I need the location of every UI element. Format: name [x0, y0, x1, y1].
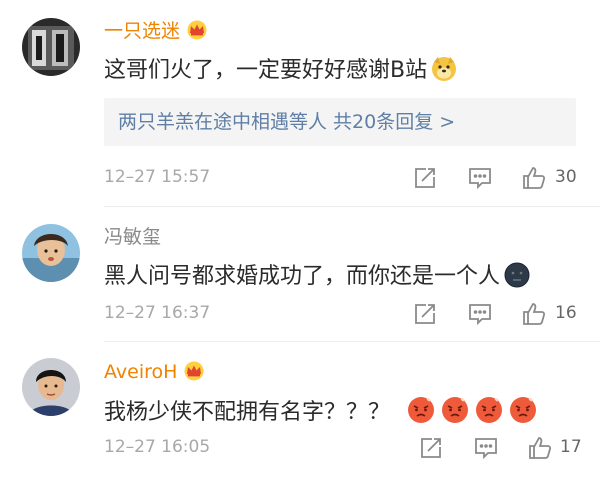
comment-icon[interactable]	[473, 435, 499, 461]
comment-text: 黑人问号都求婚成功了，而你还是一个人	[104, 262, 530, 296]
like-icon[interactable]	[521, 301, 547, 327]
reply-summary[interactable]: 两只羊羔在途中相遇等人 共20条回复 >	[104, 98, 576, 146]
angry-face-emoji	[407, 396, 435, 432]
dark-face-emoji	[504, 262, 530, 296]
username[interactable]: AveiroH	[104, 361, 205, 386]
angry-face-emoji	[475, 396, 503, 432]
timestamp: 12–27 16:05	[104, 437, 211, 457]
comment-icon[interactable]	[467, 301, 493, 327]
angry-face-emoji	[509, 396, 537, 432]
view-replies-link[interactable]: 两只羊羔在途中相遇等人 共20条回复 >	[118, 110, 455, 134]
username[interactable]: 冯敏玺	[104, 226, 161, 248]
username-text[interactable]: AveiroH	[104, 361, 177, 383]
like-icon[interactable]	[527, 435, 553, 461]
vip-crown-icon	[183, 361, 205, 386]
comment-text-content: 这哥们火了，一定要好好感谢B站	[104, 58, 428, 83]
username-text[interactable]: 冯敏玺	[104, 226, 161, 248]
timestamp: 12–27 15:57	[104, 167, 211, 187]
timestamp: 12–27 16:37	[104, 303, 211, 323]
comment-icon[interactable]	[467, 165, 493, 191]
comment-text-content: 我杨少侠不配拥有名字？？？	[104, 400, 391, 425]
share-icon[interactable]	[412, 301, 438, 327]
comment-meta: 12–27 16:05 17	[0, 435, 600, 461]
like-count: 30	[555, 167, 577, 187]
comment-text: 这哥们火了，一定要好好感谢B站	[104, 56, 457, 90]
divider	[104, 341, 600, 342]
like-count: 17	[560, 437, 582, 457]
comment-text: 我杨少侠不配拥有名字？？？	[104, 396, 537, 432]
like-count: 16	[555, 303, 577, 323]
avatar[interactable]	[22, 224, 80, 282]
username-text[interactable]: 一只选迷	[104, 20, 180, 42]
comment-text-content: 黑人问号都求婚成功了，而你还是一个人	[104, 264, 501, 289]
share-icon[interactable]	[418, 435, 444, 461]
divider	[104, 206, 600, 207]
doge-emoji	[431, 56, 457, 90]
angry-face-emoji	[441, 396, 469, 432]
comment-meta: 12–27 15:57 30	[0, 165, 600, 191]
comment-meta: 12–27 16:37 16	[0, 301, 600, 327]
avatar[interactable]	[22, 358, 80, 416]
username[interactable]: 一只选迷	[104, 20, 208, 45]
like-icon[interactable]	[521, 165, 547, 191]
avatar[interactable]	[22, 18, 80, 76]
share-icon[interactable]	[412, 165, 438, 191]
vip-crown-icon	[186, 20, 208, 45]
